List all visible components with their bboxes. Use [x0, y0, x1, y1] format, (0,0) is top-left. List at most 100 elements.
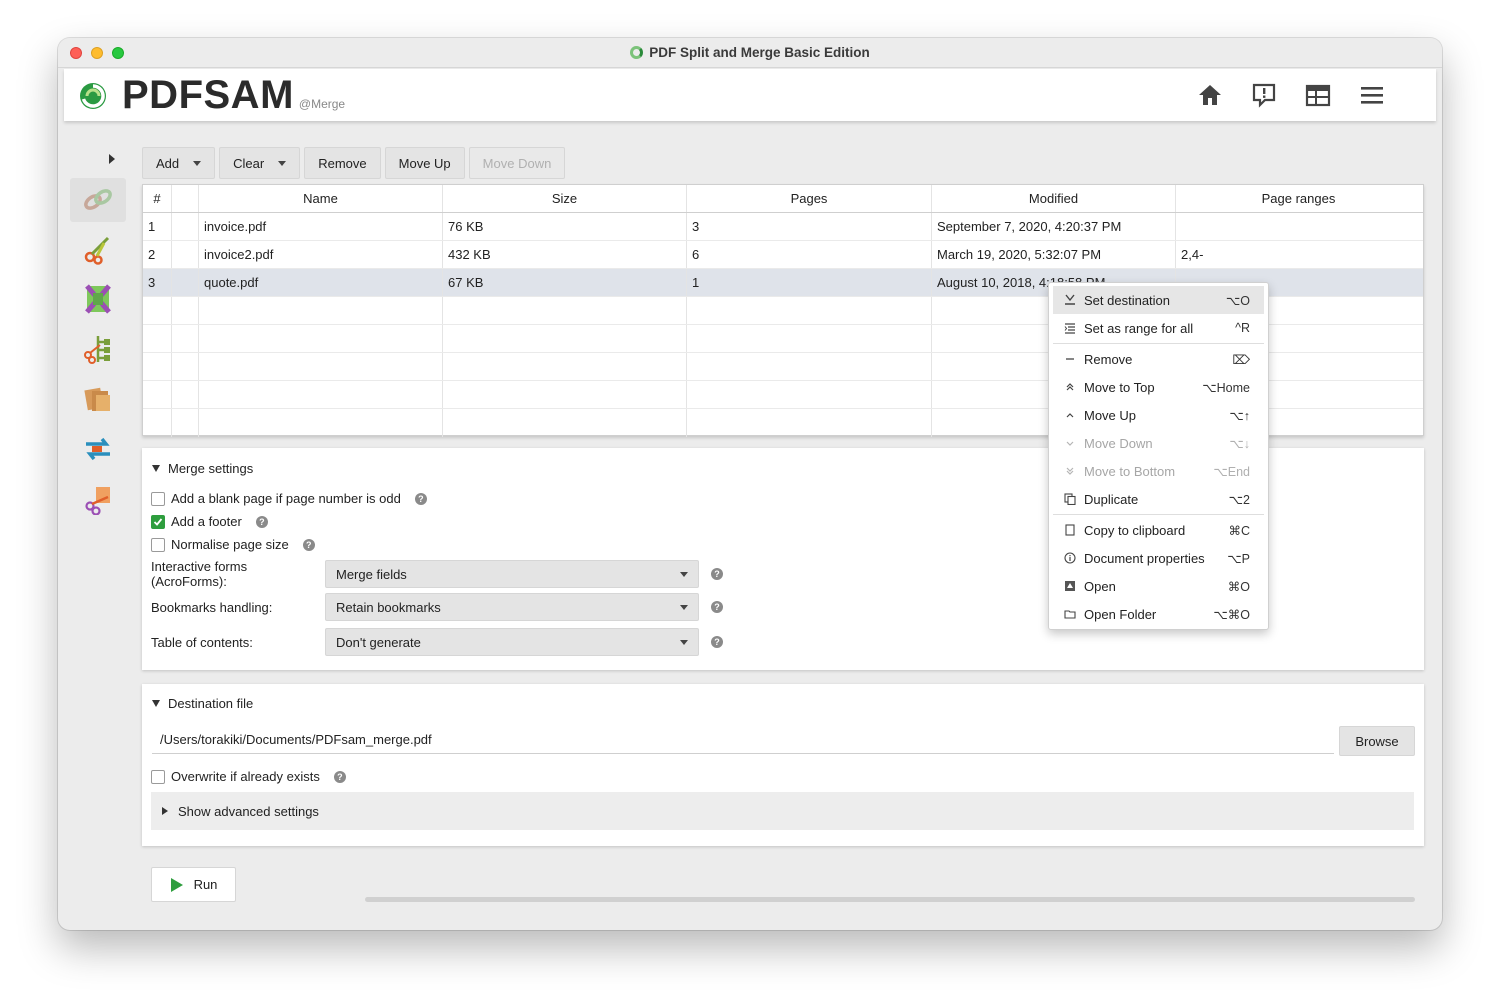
- menu-item-move-top[interactable]: Move to Top ⌥Home: [1053, 373, 1264, 401]
- rotate-icon[interactable]: [70, 427, 126, 471]
- column-header-status[interactable]: [172, 185, 199, 212]
- chevron-up-icon: [1063, 408, 1077, 422]
- footer-checkbox[interactable]: [151, 514, 165, 529]
- blank-page-checkbox[interactable]: [151, 491, 165, 506]
- menu-item-open-folder[interactable]: Open Folder ⌥⌘O: [1053, 600, 1264, 628]
- normalise-checkbox[interactable]: [151, 537, 165, 552]
- add-dropdown-icon[interactable]: [193, 160, 202, 166]
- expand-sidebar-icon[interactable]: [108, 152, 116, 167]
- help-icon[interactable]: ?: [711, 568, 723, 580]
- app-logo-icon: [630, 46, 644, 59]
- merge-settings-header[interactable]: Merge settings: [152, 461, 253, 476]
- run-button[interactable]: Run: [151, 867, 236, 902]
- row-size: 76 KB: [443, 213, 687, 240]
- help-icon[interactable]: ?: [414, 492, 427, 505]
- menu-item-open[interactable]: Open ⌘O: [1053, 572, 1264, 600]
- row-page-ranges[interactable]: 2,4-: [1176, 241, 1421, 268]
- clear-dropdown-icon[interactable]: [278, 160, 287, 166]
- menu-item-copy-clipboard[interactable]: Copy to clipboard ⌘C: [1053, 516, 1264, 544]
- help-icon[interactable]: ?: [711, 636, 723, 648]
- column-header-modified[interactable]: Modified: [932, 185, 1176, 212]
- collapse-icon: [152, 465, 160, 472]
- acroforms-select[interactable]: Merge fields: [325, 560, 699, 588]
- home-icon[interactable]: [1196, 81, 1224, 109]
- move-up-button[interactable]: Move Up: [384, 147, 465, 179]
- pdfsam-logo-icon: [80, 83, 106, 109]
- copy-icon: [1063, 492, 1077, 506]
- row-page-ranges[interactable]: [1176, 213, 1421, 240]
- folder-icon: [1063, 607, 1077, 621]
- menu-item-document-properties[interactable]: Document properties ⌥P: [1053, 544, 1264, 572]
- overwrite-checkbox[interactable]: [151, 769, 165, 784]
- advanced-settings-toggle[interactable]: Show advanced settings: [151, 792, 1414, 830]
- help-icon[interactable]: ?: [302, 538, 315, 551]
- destination-header[interactable]: Destination file: [152, 696, 253, 711]
- menu-item-move-bottom[interactable]: Move to Bottom ⌥End: [1053, 457, 1264, 485]
- logo-text: PDFSAM: [122, 73, 294, 117]
- split-icon[interactable]: [70, 227, 126, 271]
- browse-button[interactable]: Browse: [1339, 726, 1415, 756]
- close-window-button[interactable]: [70, 47, 82, 59]
- row-number: 3: [143, 269, 172, 296]
- add-button[interactable]: Add: [142, 147, 216, 179]
- remove-button[interactable]: Remove: [304, 147, 381, 179]
- row-name: quote.pdf: [199, 269, 443, 296]
- window-title: PDF Split and Merge Basic Edition: [630, 45, 870, 60]
- run-label: Run: [193, 877, 218, 892]
- help-icon[interactable]: ?: [711, 601, 723, 613]
- row-pages: 3: [687, 213, 932, 240]
- blank-page-label[interactable]: Add a blank page if page number is odd: [171, 491, 401, 506]
- row-modified: September 7, 2020, 4:20:37 PM: [932, 213, 1176, 240]
- row-name: invoice.pdf: [199, 213, 443, 240]
- acroforms-label: Interactive forms (AcroForms):: [151, 559, 248, 589]
- table-row[interactable]: 2 invoice2.pdf 432 KB 6 March 19, 2020, …: [143, 241, 1423, 269]
- destination-path-input[interactable]: /Users/torakiki/Documents/PDFsam_merge.p…: [152, 726, 1334, 754]
- help-icon[interactable]: ?: [333, 770, 346, 783]
- maximize-window-button[interactable]: [112, 47, 124, 59]
- merge-icon[interactable]: [70, 178, 126, 222]
- column-header-size[interactable]: Size: [443, 185, 687, 212]
- menu-item-set-destination[interactable]: Set destination ⌥O: [1053, 286, 1264, 314]
- row-status: [172, 213, 199, 240]
- minimize-window-button[interactable]: [91, 47, 103, 59]
- menu-item-set-range-all[interactable]: Set as range for all ^R: [1053, 314, 1264, 342]
- bookmarks-row: Bookmarks handling: Retain bookmarks ?: [151, 593, 723, 621]
- menu-item-duplicate[interactable]: Duplicate ⌥2: [1053, 485, 1264, 513]
- clear-button[interactable]: Clear: [219, 147, 301, 179]
- acroforms-value: Merge fields: [336, 566, 407, 582]
- menu-item-move-down[interactable]: Move Down ⌥↓: [1053, 429, 1264, 457]
- column-header-name[interactable]: Name: [199, 185, 443, 212]
- app-window: PDF Split and Merge Basic Edition PDFSAM…: [58, 38, 1442, 930]
- menu-item-move-up[interactable]: Move Up ⌥↑: [1053, 401, 1264, 429]
- split-by-size-icon[interactable]: [70, 477, 126, 521]
- overwrite-label[interactable]: Overwrite if already exists: [171, 769, 320, 784]
- table-row[interactable]: 1 invoice.pdf 76 KB 3 September 7, 2020,…: [143, 213, 1423, 241]
- menu-item-remove[interactable]: Remove ⌦: [1053, 345, 1264, 373]
- menu-icon[interactable]: [1358, 81, 1386, 109]
- feedback-icon[interactable]: [1250, 81, 1278, 109]
- alternate-mix-icon[interactable]: [70, 277, 126, 321]
- clipboard-icon: [1063, 523, 1077, 537]
- menu-separator: [1053, 514, 1264, 515]
- info-icon: [1063, 551, 1077, 565]
- footer-label[interactable]: Add a footer: [171, 514, 242, 529]
- split-by-bookmarks-icon[interactable]: [70, 327, 126, 371]
- extract-icon[interactable]: [70, 377, 126, 421]
- column-header-pages[interactable]: Pages: [687, 185, 932, 212]
- bookmarks-value: Retain bookmarks: [336, 599, 441, 615]
- menu-separator: [1053, 343, 1264, 344]
- module-name: @Merge: [298, 97, 346, 111]
- blank-page-option: Add a blank page if page number is odd ?: [151, 491, 427, 506]
- column-header-number[interactable]: #: [143, 185, 172, 212]
- dashboard-icon[interactable]: [1304, 81, 1332, 109]
- row-status: [172, 269, 199, 296]
- move-down-button[interactable]: Move Down: [468, 147, 566, 179]
- play-icon: [170, 877, 183, 892]
- help-icon[interactable]: ?: [255, 515, 268, 528]
- header-actions: [1196, 81, 1386, 109]
- bookmarks-select[interactable]: Retain bookmarks: [325, 593, 699, 621]
- toc-select[interactable]: Don't generate: [325, 628, 699, 656]
- double-chevron-down-icon: [1063, 464, 1077, 478]
- column-header-page-ranges[interactable]: Page ranges: [1176, 185, 1421, 212]
- normalise-label[interactable]: Normalise page size: [171, 537, 289, 552]
